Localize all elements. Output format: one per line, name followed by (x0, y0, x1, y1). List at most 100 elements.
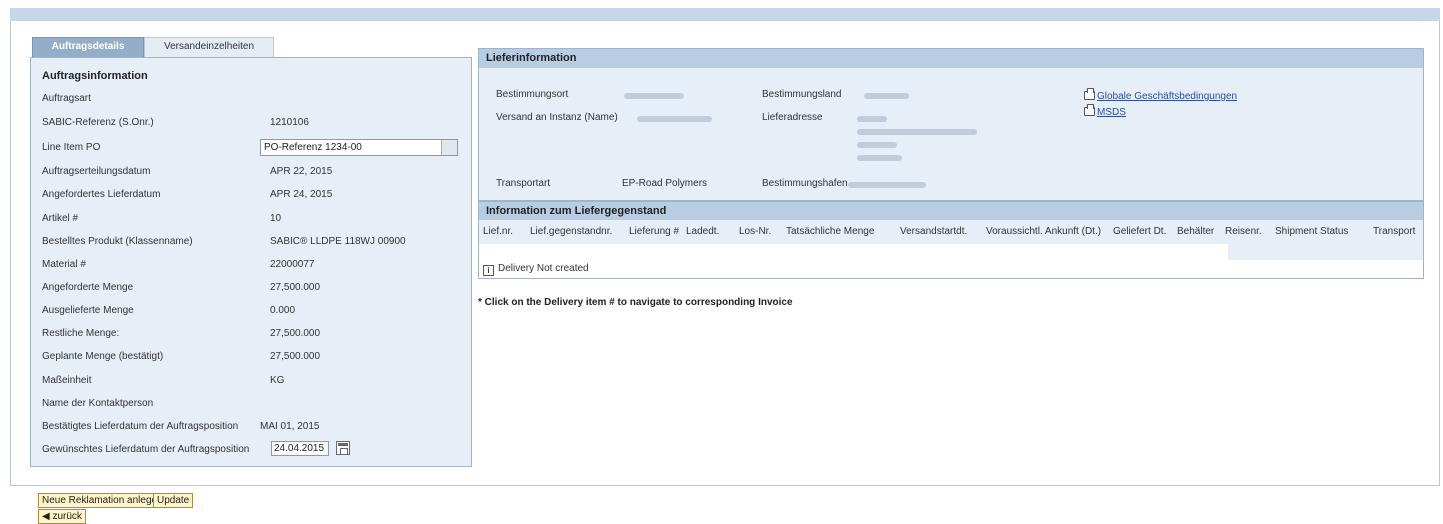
printer-icon (1084, 88, 1095, 100)
row-restliche-menge: Restliche Menge: 27,500.000 (42, 326, 472, 346)
field-label: Gewünschtes Lieferdatum der Auftragsposi… (42, 444, 250, 455)
column-header[interactable]: Lieferung # (629, 226, 679, 237)
transportart-label: Transportart (496, 178, 551, 189)
redacted-value (857, 155, 902, 161)
terms-link-label: Globale Geschäftsbedingungen (1097, 91, 1238, 102)
field-label: Auftragserteilungsdatum (42, 166, 151, 177)
redacted-value (624, 93, 684, 99)
order-info-heading: Auftragsinformation (42, 70, 148, 82)
field-value: 1210106 (270, 117, 309, 128)
field-value: KG (270, 375, 285, 386)
field-label: Angefordertes Lieferdatum (42, 189, 161, 200)
column-header[interactable]: Lief.gegenstandnr. (530, 226, 612, 237)
row-line-item-po: Line Item PO PO-Referenz 1234-00 (42, 139, 472, 160)
field-label: Angeforderte Menge (42, 282, 134, 293)
msds-link[interactable]: MSDS (1084, 104, 1126, 118)
row-angeforderte-menge: Angeforderte Menge 27,500.000 (42, 280, 472, 300)
delivery-status: i Delivery Not created (483, 263, 589, 276)
back-arrow-icon: ◀ (42, 511, 53, 522)
column-header[interactable]: Transport (1373, 226, 1415, 237)
back-button-label: zurück (52, 511, 82, 522)
row-ausgelieferte-menge: Ausgelieferte Menge 0.000 (42, 303, 472, 323)
row-auftragserteilungsdatum: Auftragserteilungsdatum APR 22, 2015 (42, 164, 472, 184)
back-button[interactable]: ◀ zurück (38, 509, 86, 524)
input-spin-button[interactable] (441, 140, 457, 155)
delivery-status-text: Delivery Not created (498, 263, 589, 274)
field-value: 22000077 (270, 259, 315, 270)
delivery-info-panel: Lieferinformation Bestimmungsort Bestimm… (478, 48, 1424, 201)
field-value: 27,500.000 (270, 282, 321, 293)
tab-auftragsdetails[interactable]: Auftragsdetails (32, 37, 144, 57)
redacted-value (848, 182, 926, 188)
column-header[interactable]: Shipment Status (1275, 226, 1348, 237)
row-geplante-menge: Geplante Menge (bestätigt) 27,500.000 (42, 349, 472, 369)
column-header[interactable]: Lief.nr. (483, 226, 513, 237)
redacted-value (857, 142, 897, 148)
row-material: Material # 22000077 (42, 257, 472, 277)
field-label: Material # (42, 259, 86, 270)
terms-link[interactable]: Globale Geschäftsbedingungen (1084, 88, 1238, 102)
row-auftragsart: Auftragsart (42, 91, 472, 111)
line-item-po-input[interactable]: PO-Referenz 1234-00 (260, 139, 458, 156)
column-header[interactable]: Geliefert Dt. (1113, 226, 1166, 237)
column-header[interactable]: Los-Nr. (739, 226, 771, 237)
column-header[interactable]: Tatsächliche Menge (786, 226, 874, 237)
delivery-info-heading: Lieferinformation (479, 49, 1423, 68)
redacted-value (857, 116, 887, 122)
column-header[interactable]: Ladedt. (686, 226, 719, 237)
bestimmungsort-label: Bestimmungsort (496, 89, 569, 100)
field-label: Bestätigtes Lieferdatum der Auftragsposi… (42, 421, 239, 432)
delivery-items-panel: Information zum Liefergegenstand Lief.nr… (478, 201, 1424, 279)
row-kontaktperson: Name der Kontaktperson (42, 396, 472, 416)
invoice-note: * Click on the Delivery item # to naviga… (478, 297, 793, 308)
field-label: Artikel # (42, 213, 79, 224)
desired-date-input[interactable]: 24.04.2015 (271, 441, 329, 456)
column-header[interactable]: Voraussichtl. Ankunft (Dt.) (986, 226, 1101, 237)
delivery-items-header-row: Lief.nr. Lief.gegenstandnr. Lieferung # … (479, 220, 1423, 244)
field-value: SABIC® LLDPE 118WJ 00900 (270, 236, 406, 247)
table-shade (1228, 244, 1423, 260)
row-angefordertes-lieferdatum: Angefordertes Lieferdatum APR 24, 2015 (42, 187, 472, 207)
field-value: APR 24, 2015 (270, 189, 333, 200)
tab-versandeinzelheiten[interactable]: Versandeinzelheiten (144, 37, 274, 57)
row-artikel: Artikel # 10 (42, 211, 472, 231)
msds-link-label: MSDS (1097, 107, 1126, 118)
lieferadresse-label: Lieferadresse (762, 112, 823, 123)
row-bestelltes-produkt: Bestelltes Produkt (Klassenname) SABIC® … (42, 234, 472, 254)
row-masseinheit: Maßeinheit KG (42, 373, 472, 393)
redacted-value (857, 129, 977, 135)
field-value: 0.000 (270, 305, 296, 316)
row-gewuenschtes-lieferdatum: Gewünschtes Lieferdatum der Auftragsposi… (42, 441, 472, 462)
line-item-po-value: PO-Referenz 1234-00 (264, 142, 362, 153)
bestimmungsland-label: Bestimmungsland (762, 89, 842, 100)
update-button[interactable]: Update (153, 493, 194, 508)
redacted-value (637, 116, 712, 122)
field-label: Restliche Menge: (42, 328, 120, 339)
column-header[interactable]: Behälter (1177, 226, 1214, 237)
transportart-value: EP-Road Polymers (622, 178, 708, 189)
field-label: Line Item PO (42, 142, 101, 153)
calendar-icon[interactable] (336, 441, 350, 455)
info-icon: i (483, 265, 494, 276)
field-value: MAI 01, 2015 (260, 421, 320, 432)
top-bar (10, 8, 1440, 21)
column-header[interactable]: Versandstartdt. (900, 226, 967, 237)
order-info-panel: Auftragsinformation Auftragsart SABIC-Re… (30, 57, 472, 467)
field-label: Maßeinheit (42, 375, 92, 386)
redacted-value (864, 93, 909, 99)
versand-an-label: Versand an Instanz (Name) (496, 112, 618, 123)
column-header[interactable]: Reisenr. (1225, 226, 1262, 237)
printer-icon (1084, 104, 1095, 116)
delivery-items-heading: Information zum Liefergegenstand (479, 202, 1423, 220)
new-complaint-button[interactable]: Neue Reklamation anlegen (38, 493, 167, 508)
field-label: Bestelltes Produkt (Klassenname) (42, 236, 193, 247)
bestimmungshafen-label: Bestimmungshafen (762, 178, 848, 189)
field-label: SABIC-Referenz (S.Onr.) (42, 117, 154, 128)
field-label: Auftragsart (42, 93, 91, 104)
row-sabic-referenz: SABIC-Referenz (S.Onr.) 1210106 (42, 115, 472, 135)
field-value: APR 22, 2015 (270, 166, 333, 177)
field-label: Geplante Menge (bestätigt) (42, 351, 164, 362)
field-value: 10 (270, 213, 282, 224)
field-label: Ausgelieferte Menge (42, 305, 134, 316)
field-label: Name der Kontaktperson (42, 398, 154, 409)
